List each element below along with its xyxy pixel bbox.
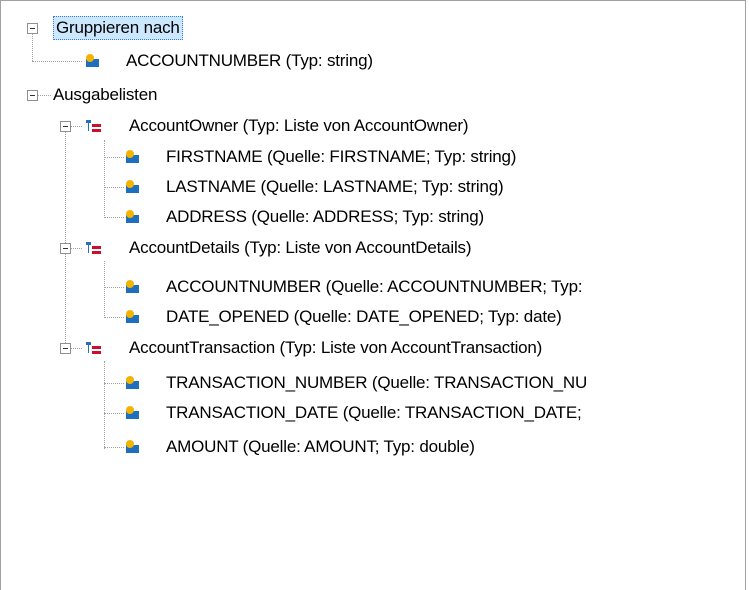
tree-node-field[interactable]: AMOUNT (Quelle: AMOUNT; Typ: double) [1,434,741,460]
field-icon [126,210,139,223]
tree-node-label[interactable]: AMOUNT (Quelle: AMOUNT; Typ: double) [166,434,475,460]
tree-node-field[interactable]: ADDRESS (Quelle: ADDRESS; Typ: string) [1,204,741,230]
tree-node-label[interactable]: TRANSACTION_DATE (Quelle: TRANSACTION_DA… [166,400,582,426]
tree-node-label[interactable]: ACCOUNTNUMBER (Quelle: ACCOUNTNUMBER; Ty… [166,274,583,300]
tree-node-list[interactable]: AccountTransaction (Typ: Liste von Accou… [1,335,741,361]
tree-node-field[interactable]: LASTNAME (Quelle: LASTNAME; Typ: string) [1,174,741,200]
output-tree-view[interactable]: Gruppieren nach ACCOUNTNUMBER (Typ: stri… [0,0,746,590]
field-icon [126,180,139,193]
tree-node-label[interactable]: AccountTransaction (Typ: Liste von Accou… [129,335,542,361]
tree-node-label[interactable]: Gruppieren nach [53,16,183,40]
tree-node-label[interactable]: Ausgabelisten [53,82,157,108]
tree-node-label[interactable]: ADDRESS (Quelle: ADDRESS; Typ: string) [166,204,484,230]
field-icon [86,54,99,67]
field-icon [126,310,139,323]
minus-expander-icon[interactable] [27,90,38,101]
tree-node-output-lists[interactable]: Ausgabelisten [1,82,741,108]
field-icon [126,376,139,389]
list-icon [86,342,101,354]
tree-node-label[interactable]: AccountOwner (Typ: Liste von AccountOwne… [129,113,469,139]
tree-node-field[interactable]: FIRSTNAME (Quelle: FIRSTNAME; Typ: strin… [1,144,741,170]
tree-node-label[interactable]: FIRSTNAME (Quelle: FIRSTNAME; Typ: strin… [166,144,516,170]
field-icon [126,440,139,453]
tree-node-label[interactable]: ACCOUNTNUMBER (Typ: string) [126,48,373,74]
tree-node-label[interactable]: AccountDetails (Typ: Liste von AccountDe… [129,235,471,261]
tree-node-field[interactable]: DATE_OPENED (Quelle: DATE_OPENED; Typ: d… [1,304,741,330]
tree-node-group-by[interactable]: Gruppieren nach [1,15,741,41]
field-icon [126,406,139,419]
minus-expander-icon[interactable] [27,23,38,34]
tree-node-field[interactable]: ACCOUNTNUMBER (Typ: string) [1,48,741,74]
minus-expander-icon[interactable] [60,121,71,132]
tree-node-label[interactable]: LASTNAME (Quelle: LASTNAME; Typ: string) [166,174,504,200]
list-icon [86,242,101,254]
field-icon [126,280,139,293]
tree-node-list[interactable]: AccountDetails (Typ: Liste von AccountDe… [1,235,741,261]
minus-expander-icon[interactable] [60,343,71,354]
minus-expander-icon[interactable] [60,243,71,254]
list-icon [86,120,101,132]
tree-node-label[interactable]: TRANSACTION_NUMBER (Quelle: TRANSACTION_… [166,370,587,396]
tree-node-field[interactable]: ACCOUNTNUMBER (Quelle: ACCOUNTNUMBER; Ty… [1,274,741,300]
tree-node-list[interactable]: AccountOwner (Typ: Liste von AccountOwne… [1,113,741,139]
tree-node-field[interactable]: TRANSACTION_DATE (Quelle: TRANSACTION_DA… [1,400,741,426]
tree-node-label[interactable]: DATE_OPENED (Quelle: DATE_OPENED; Typ: d… [166,304,562,330]
field-icon [126,150,139,163]
tree-node-field[interactable]: TRANSACTION_NUMBER (Quelle: TRANSACTION_… [1,370,741,396]
